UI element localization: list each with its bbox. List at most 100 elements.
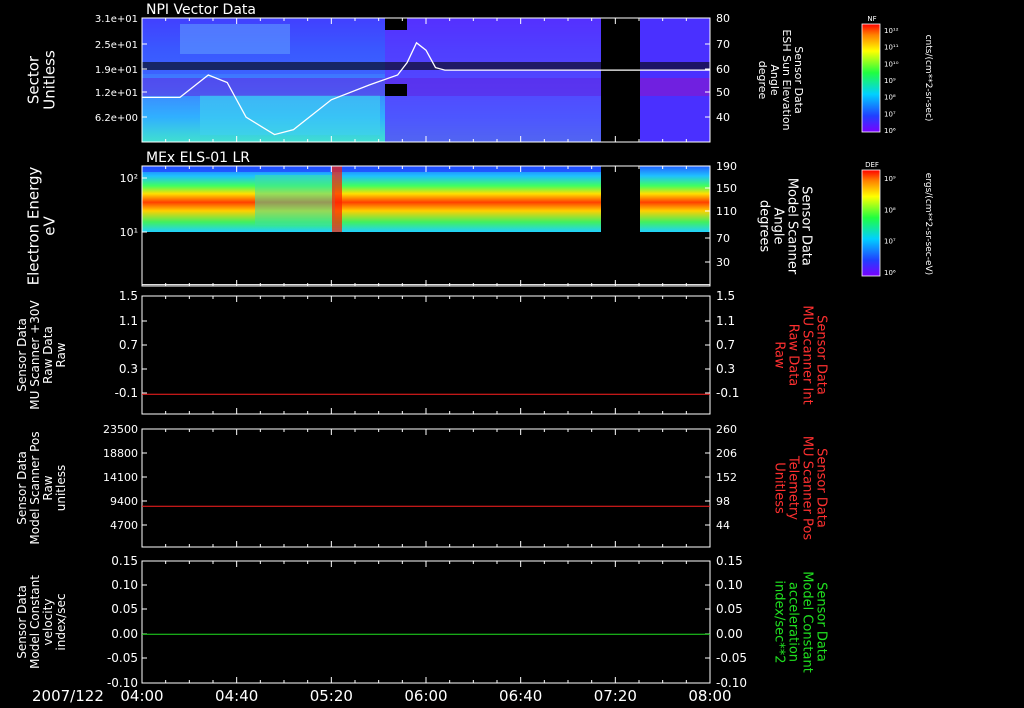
multi-panel-plot: 3.1e+01 2.5e+01 1.9e+01 1.2e+01 6.2e+00 80 70 6… bbox=[15, 2, 933, 705]
els-right-axis-label: Angle bbox=[771, 208, 786, 245]
els-right-tick-label: 110 bbox=[716, 205, 737, 218]
npi-right-axis-label: degree bbox=[756, 61, 769, 100]
npi-right-tick-label: 80 bbox=[716, 12, 730, 25]
p3-right-tick-label: 0.7 bbox=[716, 338, 735, 352]
npi-left-tick-label: 2.5e+01 bbox=[95, 40, 138, 51]
time-tick-label: 04:40 bbox=[215, 687, 258, 705]
p4-left-axis-label: Model Scanner Pos bbox=[28, 431, 42, 544]
p3-left-tick-label: 0.7 bbox=[119, 338, 138, 352]
npi-right-tick-label: 70 bbox=[716, 38, 730, 51]
els-right-tick-label: 70 bbox=[716, 232, 730, 245]
colorbar-tick-label: 10⁶ bbox=[884, 127, 896, 135]
p5-right-tick-label: -0.05 bbox=[716, 651, 747, 665]
colorbar-tick-label: 10⁸ bbox=[884, 206, 896, 214]
p5-right-tick-label: 0.00 bbox=[716, 627, 743, 641]
p4-frame bbox=[141, 428, 711, 548]
time-tick-label: 07:20 bbox=[594, 687, 637, 705]
p5-left-tick-label: -0.05 bbox=[107, 651, 138, 665]
els-right-tick-label: 30 bbox=[716, 256, 730, 269]
p5-left-tick-label: 0.10 bbox=[111, 578, 138, 592]
p3-left-axis-label: MU Scanner +30V bbox=[28, 300, 42, 410]
p3-right-axis-label: MU Scanner Int bbox=[800, 305, 815, 404]
time-tick-label: 04:00 bbox=[120, 687, 163, 705]
p3-left-axis-label: Raw Data bbox=[41, 326, 55, 384]
colorbar-tick-label: 10¹¹ bbox=[884, 44, 899, 52]
p4-right-axis-label: Sensor Data bbox=[814, 448, 829, 528]
colorbar-tick-label: 10⁶ bbox=[884, 269, 896, 277]
els-colorbar-title: DEF bbox=[865, 161, 879, 169]
p4-left-tick-label: 4700 bbox=[110, 519, 138, 532]
p3-left-tick-label: 0.3 bbox=[119, 362, 138, 376]
p3-left-tick-label: -0.1 bbox=[115, 386, 138, 400]
els-colorbar: DEF 10⁹ 10⁸ 10⁷ 10⁶ ergs/(cm**2-sr-sec-eV) bbox=[861, 161, 933, 277]
p4-left-tick-label: 9400 bbox=[110, 495, 138, 508]
p4-right-axis-label: MU Scanner Pos bbox=[800, 436, 815, 541]
p5-left-axis-label: Sensor Data bbox=[15, 585, 29, 659]
p5-left-tick-label: 0.15 bbox=[111, 554, 138, 568]
p3-right-tick-label: 0.3 bbox=[716, 362, 735, 376]
p3-left-axis-label: Sensor Data bbox=[15, 318, 29, 392]
els-right-axis-label: Sensor Data bbox=[799, 186, 814, 266]
npi-left-tick-label: 3.1e+01 bbox=[95, 14, 138, 25]
p5-left-axis-label: Model Constant bbox=[28, 575, 42, 669]
els-left-tick-label: 10¹ bbox=[120, 226, 138, 239]
p4-left-axis-label: Sensor Data bbox=[15, 451, 29, 525]
p4-left-tick-label: 23500 bbox=[103, 423, 138, 436]
npi-colorbar: NF 10¹² 10¹¹ 10¹⁰ 10⁹ 10⁸ 10⁷ 10⁶ cnts/(cm**2-… bbox=[861, 15, 933, 135]
p3-right-tick-label: -0.1 bbox=[716, 386, 739, 400]
colorbar-tick-label: 10⁹ bbox=[884, 175, 896, 183]
p5-right-axis-label: acceleration bbox=[786, 582, 801, 662]
npi-left-axis-label: Unitless bbox=[41, 50, 59, 110]
p3-left-tick-label: 1.5 bbox=[119, 289, 138, 303]
npi-colorbar-title: NF bbox=[867, 15, 876, 23]
els-left-tick-label: 10² bbox=[120, 172, 138, 185]
colorbar-tick-label: 10⁸ bbox=[884, 94, 896, 102]
p3-left-tick-label: 1.1 bbox=[119, 314, 138, 328]
p5-left-axis-label: velocity bbox=[41, 599, 55, 646]
p3-frame bbox=[141, 295, 711, 415]
p5-frame bbox=[141, 560, 711, 684]
els-right-tick-label: 190 bbox=[716, 160, 737, 173]
p4-right-tick-label: 206 bbox=[716, 447, 737, 460]
npi-right-tick-label: 40 bbox=[716, 111, 730, 124]
p4-right-tick-label: 98 bbox=[716, 495, 730, 508]
p5-right-tick-label: 0.10 bbox=[716, 578, 743, 592]
date-label: 2007/122 bbox=[32, 687, 104, 705]
npi-panel-title: NPI Vector Data bbox=[146, 2, 256, 18]
p4-right-tick-label: 44 bbox=[716, 519, 730, 532]
time-tick-label: 05:20 bbox=[310, 687, 353, 705]
time-tick-label: 08:00 bbox=[688, 687, 731, 705]
p4-right-tick-label: 260 bbox=[716, 423, 737, 436]
els-right-axis-label: Model Scanner bbox=[785, 178, 800, 275]
p3-left-axis-label: Raw bbox=[54, 342, 68, 367]
colorbar-tick-label: 10⁷ bbox=[884, 238, 896, 246]
p3-right-axis-label: Raw bbox=[772, 341, 787, 369]
npi-left-tick-label: 1.9e+01 bbox=[95, 65, 138, 76]
p5-right-axis-label: Sensor Data bbox=[814, 582, 829, 662]
p4-left-tick-label: 18800 bbox=[103, 447, 138, 460]
colorbar-tick-label: 10¹² bbox=[884, 27, 899, 35]
npi-right-tick-label: 60 bbox=[716, 63, 730, 76]
p4-left-tick-label: 14100 bbox=[103, 471, 138, 484]
colorbar-tick-label: 10⁹ bbox=[884, 77, 896, 85]
els-right-tick-label: 150 bbox=[716, 182, 737, 195]
p5-right-tick-label: 0.15 bbox=[716, 554, 743, 568]
time-tick-label: 06:40 bbox=[499, 687, 542, 705]
npi-right-tick-label: 50 bbox=[716, 86, 730, 99]
colorbar-tick-label: 10⁷ bbox=[884, 110, 896, 118]
p3-right-axis-label: Sensor Data bbox=[814, 315, 829, 395]
els-right-axis-label: degrees bbox=[757, 200, 772, 253]
p4-left-axis-label: Raw bbox=[41, 475, 55, 500]
els-colorbar-units: ergs/(cm**2-sr-sec-eV) bbox=[923, 173, 933, 275]
p4-left-axis-label: unitless bbox=[54, 465, 68, 511]
npi-left-tick-label: 6.2e+00 bbox=[95, 113, 138, 124]
p3-right-tick-label: 1.1 bbox=[716, 314, 735, 328]
p5-left-tick-label: 0.05 bbox=[111, 602, 138, 616]
p4-right-axis-label: Unitless bbox=[772, 462, 787, 514]
npi-left-tick-label: 1.2e+01 bbox=[95, 88, 138, 99]
p3-right-tick-label: 1.5 bbox=[716, 289, 735, 303]
p5-right-axis-label: index/sec**2 bbox=[772, 580, 787, 663]
p3-right-axis-label: Raw Data bbox=[786, 324, 801, 387]
p4-right-axis-label: Telemetry bbox=[786, 455, 801, 520]
els-spectrogram bbox=[142, 166, 710, 232]
